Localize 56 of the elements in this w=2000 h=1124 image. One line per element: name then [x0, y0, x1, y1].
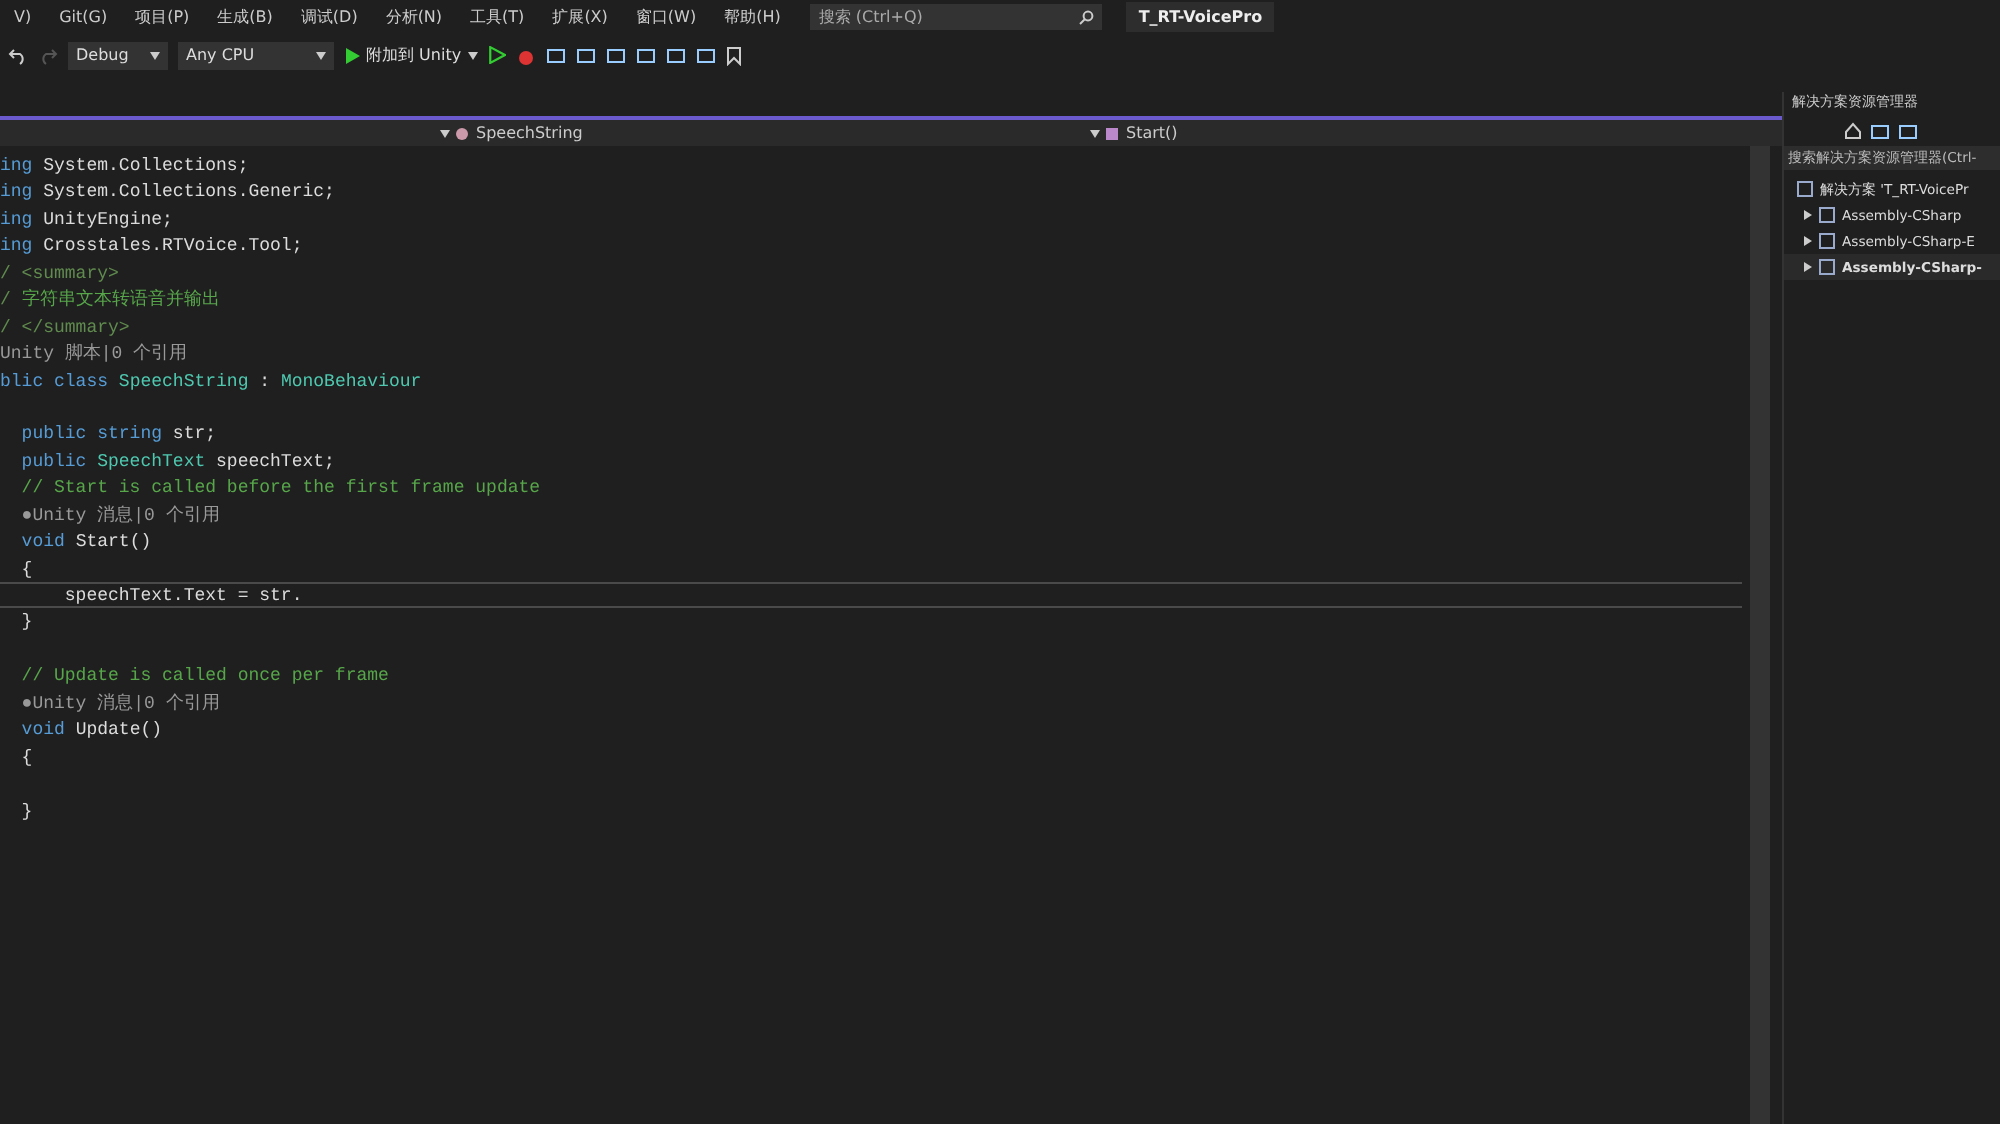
member-dropdown[interactable]: Start() — [1090, 124, 1690, 142]
play-icon — [344, 47, 360, 63]
caret-icon — [467, 51, 478, 59]
menu-item[interactable]: 分析(N) — [371, 6, 457, 28]
home-icon[interactable] — [1844, 122, 1862, 140]
solution-icon — [1796, 180, 1814, 198]
caret-icon — [1090, 129, 1100, 137]
method-icon — [1104, 125, 1122, 141]
code-line: void Update() — [19, 718, 165, 744]
run-button[interactable]: 附加到 Unity — [344, 44, 478, 66]
menu-item[interactable]: Git(G) — [45, 8, 122, 26]
code-line: / </summary> — [0, 315, 132, 341]
code-line: speechText.Text = str. — [0, 582, 1742, 609]
platform-dropdown[interactable]: Any CPU — [178, 41, 334, 69]
bookmark-icon[interactable] — [725, 45, 742, 65]
caret-icon — [316, 51, 326, 59]
undo-icon[interactable] — [8, 45, 28, 65]
menu-item[interactable]: 工具(T) — [456, 6, 539, 28]
class-icon — [454, 125, 472, 141]
code-line: } — [19, 610, 35, 636]
menu-item[interactable]: 窗口(W) — [621, 6, 711, 28]
code-line: public string str; — [19, 422, 219, 448]
window-title: T_RT-VoicePro — [1126, 2, 1275, 32]
code-line: ●Unity 消息|0 个引用 — [19, 503, 222, 529]
code-line: blic class SpeechString : MonoBehaviour — [0, 369, 424, 394]
code-line: void Start() — [19, 530, 154, 556]
code-line: // Update is called once per frame — [19, 664, 391, 690]
code-line: / 字符串文本转语音并输出 — [0, 287, 222, 314]
code-line: } — [19, 799, 35, 824]
expand-arrow-icon[interactable] — [1804, 262, 1812, 272]
code-line: ing System.Collections.Generic; — [0, 180, 337, 206]
code-line: ing UnityEngine; — [0, 207, 175, 233]
code-line: ing System.Collections; — [0, 154, 251, 179]
menu-item[interactable]: 生成(B) — [203, 6, 287, 28]
code-line: { — [19, 557, 35, 582]
caret-icon — [440, 129, 450, 137]
play-outline-icon[interactable] — [487, 46, 506, 64]
search-icon — [1078, 9, 1095, 25]
code-line: Unity 脚本|0 个引用 — [0, 341, 190, 367]
code-line: ●Unity 消息|0 个引用 — [19, 691, 222, 717]
expand-arrow-icon[interactable] — [1804, 236, 1812, 246]
menu-item[interactable]: 调试(D) — [286, 6, 372, 28]
menu-item[interactable]: 帮助(H) — [710, 6, 795, 28]
menu-item[interactable]: 扩展(X) — [538, 6, 622, 28]
code-line: ing Crosstales.RTVoice.Tool; — [0, 234, 305, 260]
caret-icon — [150, 51, 160, 59]
code-line: { — [19, 745, 35, 771]
expand-arrow-icon[interactable] — [1804, 210, 1812, 220]
configuration-dropdown[interactable]: Debug — [68, 41, 168, 69]
class-dropdown[interactable]: SpeechString — [440, 124, 1090, 142]
search-field[interactable]: 搜索 (Ctrl+Q) — [810, 4, 1103, 30]
menu-item[interactable]: 项目(P) — [121, 6, 204, 28]
menu-item[interactable]: V) — [0, 8, 46, 26]
code-line: public SpeechText speechText; — [19, 449, 337, 475]
code-line: // Start is called before the first frame update — [19, 476, 543, 502]
code-line: / <summary> — [0, 261, 121, 287]
